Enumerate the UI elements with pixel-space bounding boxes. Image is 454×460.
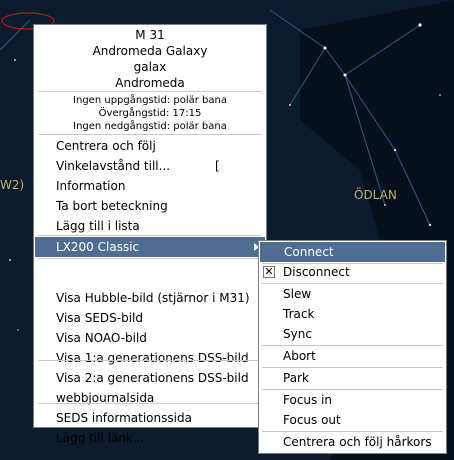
telescope-label: LX200 Classic xyxy=(56,240,140,254)
menu-item-seds-info[interactable]: SEDS informationssida xyxy=(56,409,192,427)
menu-item-dss1-image[interactable]: Visa 1:a generationens DSS-bild xyxy=(56,349,249,367)
menu-item-information[interactable]: Information xyxy=(56,177,125,195)
sky-label-left: W2) xyxy=(0,178,25,192)
context-menu: M 31 Andromeda Galaxy galax Andromeda In… xyxy=(33,24,267,445)
object-long-name: Andromeda Galaxy xyxy=(92,44,208,58)
submenu-item-sync[interactable]: Sync xyxy=(283,325,312,343)
connect-label: Connect xyxy=(284,245,334,259)
menu-item-center-track[interactable]: Centrera och följ xyxy=(56,137,156,155)
menu-item-noao-image[interactable]: Visa NOAO-bild xyxy=(56,329,147,347)
submenu-item-track[interactable]: Track xyxy=(283,305,314,323)
submenu-item-park[interactable]: Park xyxy=(283,369,309,387)
submenu-item-disconnect[interactable]: Disconnect xyxy=(283,263,350,281)
disconnect-check-icon[interactable]: ✕ xyxy=(263,266,275,278)
submenu-item-focus-in[interactable]: Focus in xyxy=(283,391,332,409)
shortcut-angular-distance: [ xyxy=(215,159,220,173)
menu-item-dss2-image[interactable]: Visa 2:a generationens DSS-bild xyxy=(56,369,249,387)
menu-item-telescope[interactable]: LX200 Classic xyxy=(35,237,265,257)
submenu-item-center-crosshair[interactable]: Centrera och följ hårkors xyxy=(283,433,432,451)
object-constellation: Andromeda xyxy=(115,76,185,90)
menu-item-remove-label[interactable]: Ta bort beteckning xyxy=(56,197,168,215)
menu-item-hubble-image[interactable]: Visa Hubble-bild (stjärnor i M31) xyxy=(56,289,250,307)
object-name: M 31 xyxy=(135,28,165,42)
menu-item-angular-distance[interactable]: Vinkelavstånd till... xyxy=(56,157,170,175)
telescope-submenu: Connect ✕ Disconnect Slew Track Sync Abo… xyxy=(258,240,447,454)
rise-time: Ingen uppgångstid: polär bana xyxy=(73,95,227,106)
constellation-label: ÖDLAN xyxy=(354,188,397,202)
submenu-item-connect[interactable]: Connect xyxy=(260,242,445,262)
set-time: Ingen nedgångstid: polär bana xyxy=(73,121,227,132)
submenu-item-slew[interactable]: Slew xyxy=(283,285,311,303)
menu-item-seds-image[interactable]: Visa SEDS-bild xyxy=(56,309,143,327)
object-type: galax xyxy=(133,60,167,74)
menu-item-add-link[interactable]: Lägg till länk... xyxy=(56,429,144,447)
submenu-item-focus-out[interactable]: Focus out xyxy=(283,411,341,429)
transit-time: Övergångstid: 17:15 xyxy=(98,108,202,119)
menu-item-add-to-list[interactable]: Lägg till i lista xyxy=(56,217,140,235)
submenu-item-abort[interactable]: Abort xyxy=(283,347,316,365)
menu-item-weblog[interactable]: webbjournalsida xyxy=(56,389,154,407)
